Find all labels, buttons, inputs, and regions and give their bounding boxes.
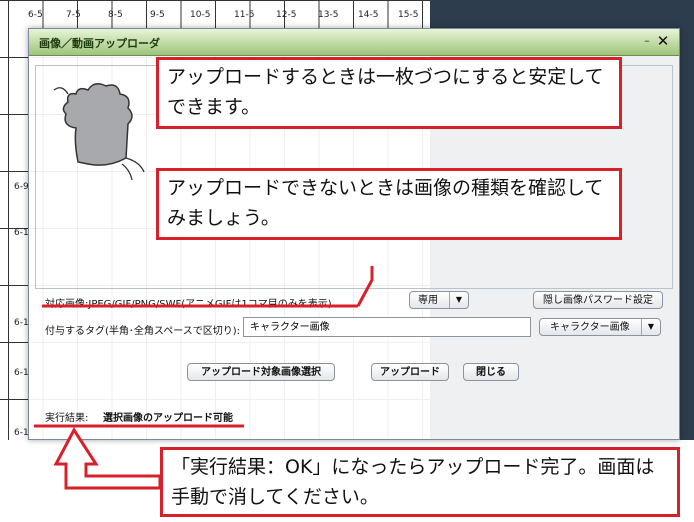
grid-label: 15-5 <box>398 10 419 20</box>
grid-label: 9-5 <box>150 10 165 20</box>
grid-label: 8-5 <box>108 10 123 20</box>
chevron-down-icon: ▼ <box>449 292 468 308</box>
close-icon[interactable]: ✕ <box>655 33 671 49</box>
grid-label: 13-5 <box>318 10 339 20</box>
grid-label: 6-1 <box>14 368 29 378</box>
upload-button[interactable]: アップロード <box>371 363 449 381</box>
grid-label: 11-5 <box>234 10 255 20</box>
dialog-titlebar[interactable]: 画像／動画アップローダ – ✕ <box>29 29 679 56</box>
minimize-icon[interactable]: – <box>641 35 653 47</box>
result-value: 選択画像のアップロード可能 <box>103 413 233 424</box>
grid-label: 10-5 <box>190 10 211 20</box>
grid-label: 7-5 <box>66 10 81 20</box>
hidden-password-button[interactable]: 隠し画像パスワード設定 <box>533 291 663 309</box>
result-label: 実行結果: <box>45 413 89 424</box>
dialog-title: 画像／動画アップローダ <box>39 37 160 50</box>
tag-label: 付与するタグ(半角･全角スペースで区切り): <box>45 326 240 337</box>
tag-input[interactable]: キャラクター画像 <box>243 317 531 337</box>
grid-label: 6-1 <box>14 228 29 238</box>
grid-label: 6-9 <box>14 182 29 192</box>
exclusive-select[interactable]: 専用 ▼ <box>409 291 469 309</box>
category-select[interactable]: キャラクター画像 ▼ <box>539 318 661 336</box>
uploaded-image-thumbnail <box>53 83 145 181</box>
grid-label: 6-1 <box>14 428 29 438</box>
exclusive-select-value: 専用 <box>418 295 438 306</box>
category-select-value: キャラクター画像 <box>550 322 630 333</box>
grid-label: 12-5 <box>276 10 297 20</box>
upload-tip-callout: アップロードするときは一枚づつにすると安定してできます。 <box>156 57 622 129</box>
supported-formats-label: 対応画像:JPEG/GIF/PNG/SWF(アニメGIFは1コマ目のみを表示) <box>45 299 332 310</box>
grid-label: 6-1 <box>14 318 29 328</box>
select-file-button[interactable]: アップロード対象画像選択 <box>187 363 335 381</box>
chevron-down-icon: ▼ <box>641 319 660 335</box>
format-tip-callout: アップロードできないときは画像の種類を確認してみましょう。 <box>156 168 622 240</box>
close-button[interactable]: 閉じる <box>463 363 519 381</box>
result-tip-callout: 「実行結果：OK」になったらアップロード完了。画面は手動で消してください。 <box>160 447 680 517</box>
grid-label: 14-5 <box>358 10 379 20</box>
grid-label: 6-5 <box>28 10 43 20</box>
